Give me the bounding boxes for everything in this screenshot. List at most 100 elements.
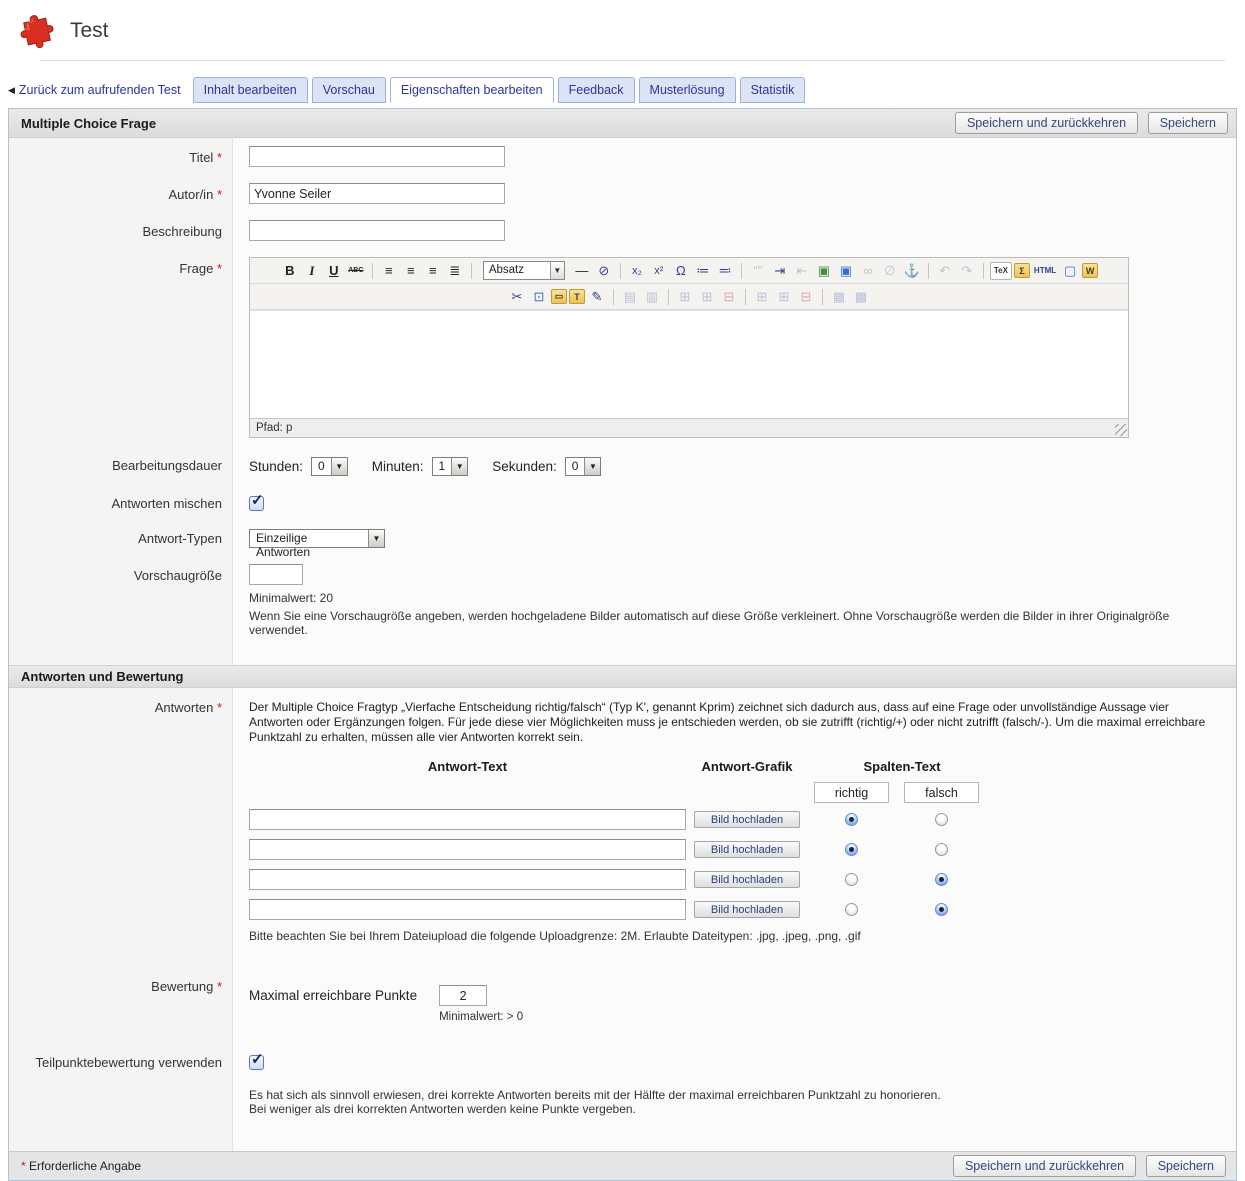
editor-resize-handle[interactable] [1115,424,1127,436]
tab-statistik[interactable]: Statistik [740,77,806,103]
tex-icon[interactable]: TeX [990,262,1012,280]
table-props-icon: ▩ [851,288,871,306]
underline-icon[interactable]: U [324,262,344,280]
answer-text-input-2[interactable] [249,839,686,860]
check-icon: ✓ [251,1050,264,1068]
upload-image-button-3[interactable]: Bild hochladen [694,871,800,888]
section-header-multiple-choice: Multiple Choice Frage Speichern und zurü… [9,109,1236,138]
col-header-spalten-text: Spalten-Text [814,759,990,774]
align-justify-icon[interactable]: ≣ [445,262,465,280]
paste-latex-icon[interactable]: Σ [1014,263,1030,278]
max-points-input[interactable] [439,985,487,1006]
autor-input[interactable] [249,183,505,204]
chevron-down-icon: ▼ [584,458,600,475]
answer-text-input-4[interactable] [249,899,686,920]
table-row-props-icon: ▤ [620,288,640,306]
save-and-return-button-bottom[interactable]: Speichern und zurückkehren [953,1155,1136,1177]
strikethrough-icon[interactable]: ABC [346,262,366,280]
answer-1-falsch-radio[interactable] [935,813,948,826]
paste-word-icon[interactable]: W [1082,263,1098,278]
vorschaugroesse-input[interactable] [249,564,303,585]
back-to-test-link[interactable]: ◀ Zurück zum aufrufenden Test [8,83,189,103]
chevron-down-icon: ▼ [451,458,467,475]
answer-text-input-3[interactable] [249,869,686,890]
paste-icon[interactable]: ▭ [551,289,567,304]
footer-button-group: Speichern und zurückkehren Speichern [953,1155,1226,1177]
editor-toolbar-row2: ✂⊡▭T✎▤▥⊞⊞⊟⊞⊞⊟▦▩ [250,284,1128,310]
rich-text-editor: BIUABC≡≡≡≣Absatz▼—⊘x₂x²Ω≔≕“”⇥⇤▣▣∞∅⚓↶↷TeX… [249,257,1129,438]
editor-content-area[interactable] [250,310,1128,418]
stunden-select[interactable]: 0▼ [311,457,348,476]
toolbar-separator [983,263,984,279]
teilpunkte-label: Teilpunktebewertung verwenden [9,1043,233,1151]
answer-3-richtig-radio[interactable] [845,873,858,886]
antworten-mischen-checkbox[interactable]: ✓ [249,496,264,511]
paste-text-icon[interactable]: T [569,289,585,304]
answer-2-falsch-radio[interactable] [935,843,948,856]
insert-col-before-icon: ⊞ [752,288,772,306]
ordered-list-icon[interactable]: ≕ [715,262,735,280]
answer-row: Bild hochladen [249,809,1222,830]
align-left-icon[interactable]: ≡ [379,262,399,280]
cut-icon[interactable]: ✂ [507,288,527,306]
toolbar-separator [928,263,929,279]
save-button-top[interactable]: Speichern [1148,112,1228,134]
titel-input[interactable] [249,146,505,167]
save-and-return-button-top[interactable]: Speichern und zurückkehren [955,112,1138,134]
html-source-icon[interactable]: HTML [1032,262,1058,280]
answer-row: Bild hochladen [249,899,1222,920]
answer-1-richtig-radio[interactable] [845,813,858,826]
tab-inhalt-bearbeiten[interactable]: Inhalt bearbeiten [193,77,308,103]
bold-icon[interactable]: B [280,262,300,280]
minuten-select[interactable]: 1▼ [432,457,469,476]
upload-image-button-2[interactable]: Bild hochladen [694,841,800,858]
indent-icon[interactable]: ⇥ [770,262,790,280]
tab-eigenschaften-bearbeiten[interactable]: Eigenschaften bearbeiten [390,77,554,103]
chevron-down-icon: ▼ [368,530,384,547]
answers-table-subheader: richtig falsch [249,782,1222,803]
upload-image-button-4[interactable]: Bild hochladen [694,901,800,918]
fullscreen-icon[interactable]: ▢ [1060,262,1080,280]
antworten-description: Der Multiple Choice Fragtyp „Vierfache E… [249,700,1222,745]
edit-icon[interactable]: ✎ [587,288,607,306]
sekunden-select[interactable]: 0▼ [565,457,602,476]
required-marker: * [217,150,222,165]
antwort-typen-select[interactable]: Einzeilige Antworten▼ [249,529,385,548]
answer-4-falsch-radio[interactable] [935,903,948,916]
row-frage: Frage * BIUABC≡≡≡≣Absatz▼—⊘x₂x²Ω≔≕“”⇥⇤▣▣… [9,249,1236,446]
copy-icon[interactable]: ⊡ [529,288,549,306]
question-properties-form: Multiple Choice Frage Speichern und zurü… [8,108,1237,1181]
beschreibung-input[interactable] [249,220,505,241]
tab-feedback[interactable]: Feedback [558,77,635,103]
insert-row-before-icon: ⊞ [675,288,695,306]
unordered-list-icon[interactable]: ≔ [693,262,713,280]
horizontal-rule-icon[interactable]: — [572,262,592,280]
charmap-icon[interactable]: Ω [671,262,691,280]
adv-image-icon[interactable]: ▣ [836,262,856,280]
toolbar-separator [668,289,669,305]
required-marker: * [21,1159,26,1173]
subscript-icon[interactable]: x₂ [627,262,647,280]
anchor-icon[interactable]: ⚓ [902,262,922,280]
upload-image-button-1[interactable]: Bild hochladen [694,811,800,828]
save-button-bottom[interactable]: Speichern [1146,1155,1226,1177]
image-icon[interactable]: ▣ [814,262,834,280]
answer-text-input-1[interactable] [249,809,686,830]
answer-3-falsch-radio[interactable] [935,873,948,886]
italic-icon[interactable]: I [302,262,322,280]
insert-table-icon: ▦ [829,288,849,306]
row-beschreibung: Beschreibung [9,212,1236,249]
paragraph-format-select[interactable]: Absatz▼ [483,261,565,280]
answer-2-richtig-radio[interactable] [845,843,858,856]
align-center-icon[interactable]: ≡ [401,262,421,280]
align-right-icon[interactable]: ≡ [423,262,443,280]
remove-format-icon[interactable]: ⊘ [594,262,614,280]
superscript-icon[interactable]: x² [649,262,669,280]
editor-path: Pfad: p [256,422,292,434]
teilpunkte-checkbox[interactable]: ✓ [249,1055,264,1070]
tab-musterloesung[interactable]: Musterlösung [639,77,736,103]
unlink-icon: ∅ [880,262,900,280]
tab-vorschau[interactable]: Vorschau [312,77,386,103]
teilpunkte-help-line1: Es hat sich als sinnvoll erwiesen, drei … [249,1088,1222,1102]
answer-4-richtig-radio[interactable] [845,903,858,916]
